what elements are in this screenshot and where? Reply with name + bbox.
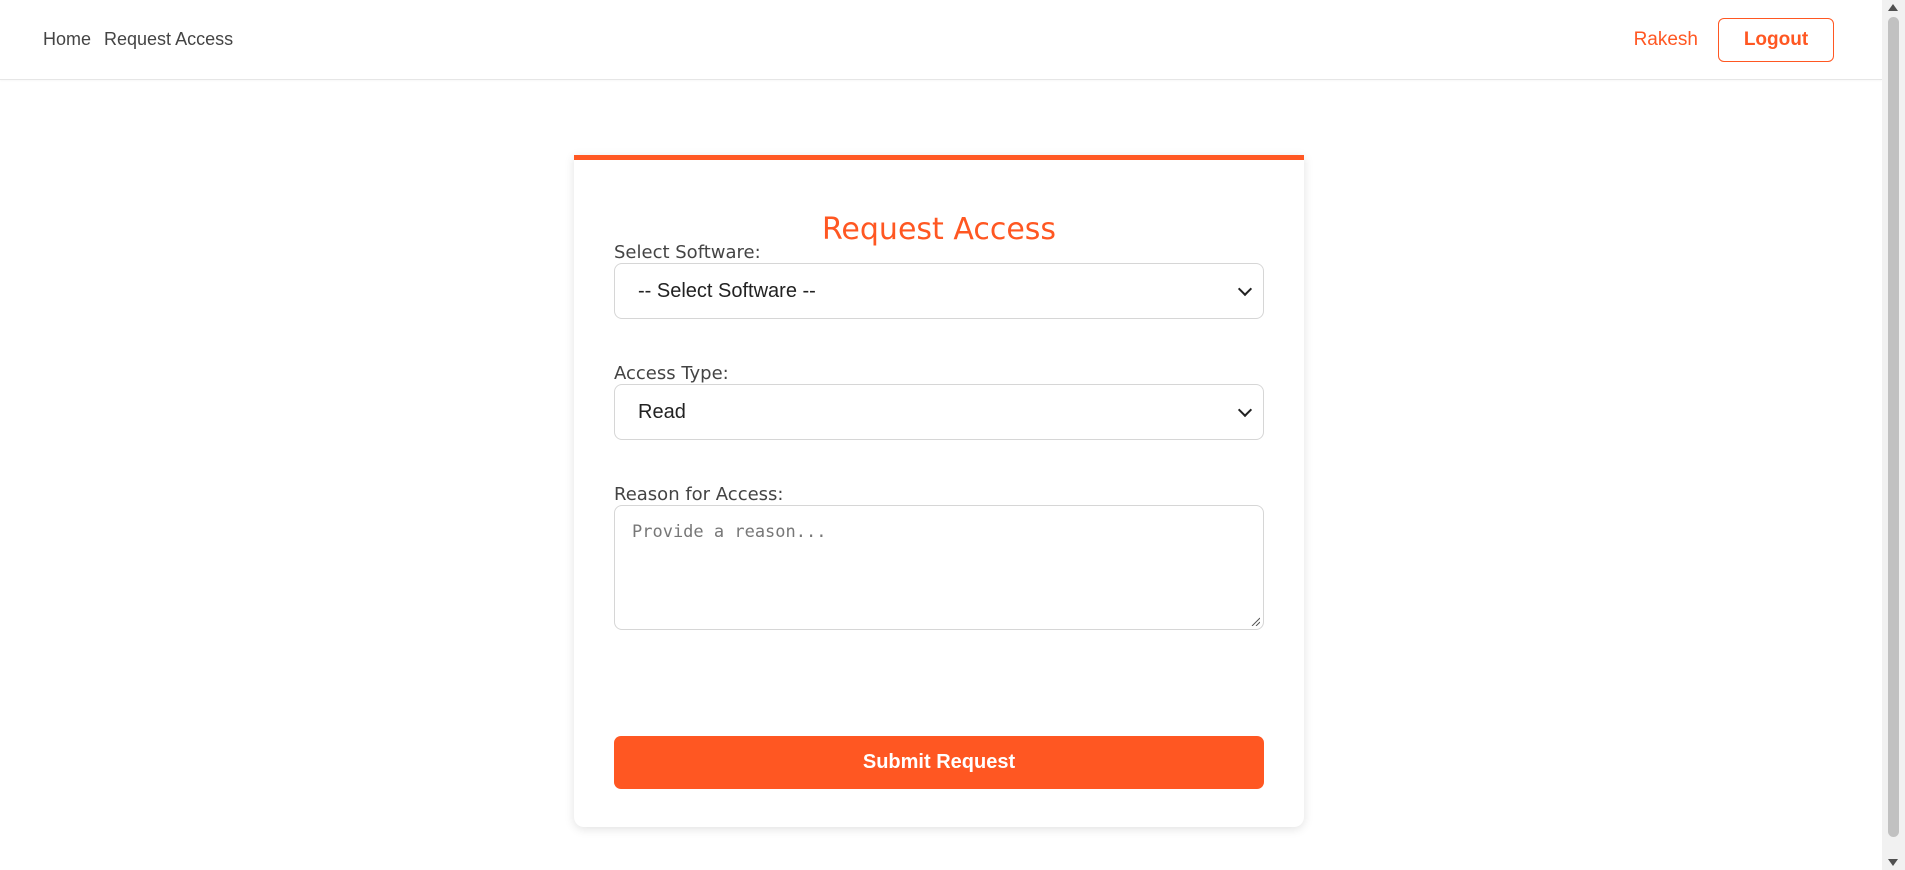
software-label: Select Software: — [614, 242, 761, 263]
nav-link-request-access[interactable]: Request Access — [104, 29, 233, 50]
user-name: Rakesh — [1633, 28, 1698, 50]
access-type-select-value: Read — [638, 400, 686, 423]
reason-placeholder: Provide a reason... — [632, 522, 827, 542]
reason-textarea[interactable]: Provide a reason... — [614, 505, 1264, 630]
page: Home Request Access Rakesh Logout Reques… — [0, 0, 1905, 870]
scroll-down-arrow-icon[interactable] — [1888, 859, 1898, 866]
scroll-up-arrow-icon[interactable] — [1888, 4, 1898, 11]
request-access-card: Request Access Select Software: -- Selec… — [574, 155, 1304, 827]
vertical-scrollbar[interactable] — [1882, 0, 1905, 870]
access-type-select[interactable]: Read — [614, 384, 1264, 440]
scrollbar-thumb[interactable] — [1888, 17, 1899, 837]
software-select-value: -- Select Software -- — [638, 279, 816, 302]
resize-handle-icon[interactable] — [1250, 616, 1260, 626]
software-select[interactable]: -- Select Software -- — [614, 263, 1264, 319]
nav-user-area: Rakesh Logout — [1634, 0, 1834, 79]
access-type-label: Access Type: — [614, 363, 729, 384]
chevron-down-icon — [1237, 402, 1253, 418]
nav-links: Home Request Access — [43, 0, 233, 79]
chevron-down-icon — [1237, 281, 1253, 297]
logout-button[interactable]: Logout — [1718, 17, 1834, 62]
submit-request-button[interactable]: Submit Request — [614, 736, 1264, 789]
nav-link-home[interactable]: Home — [43, 29, 91, 50]
reason-label: Reason for Access: — [614, 484, 784, 505]
navbar: Home Request Access Rakesh Logout — [0, 0, 1882, 80]
